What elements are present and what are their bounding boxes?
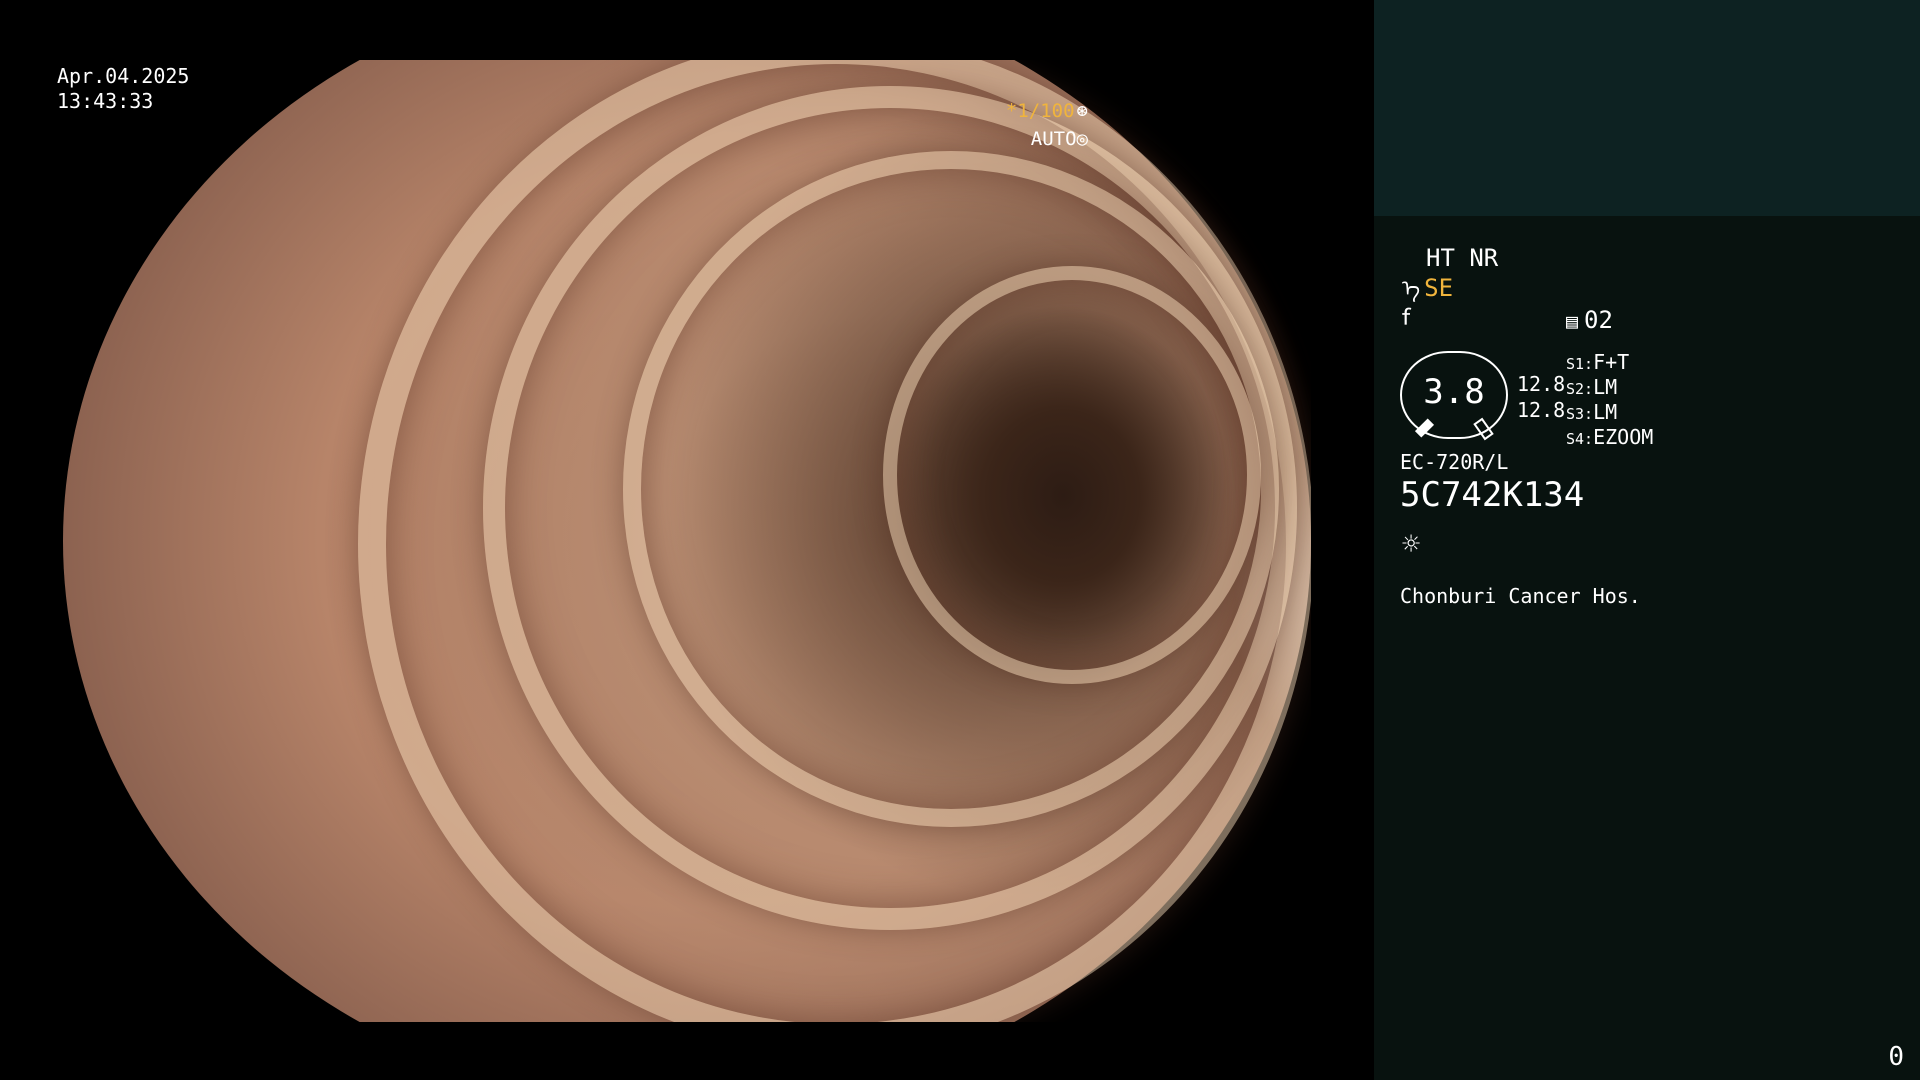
shutter-label: *1/100 bbox=[1005, 100, 1075, 122]
switch-assignment: S4:EZOOM bbox=[1566, 427, 1653, 447]
zoom-reading: 12.8 bbox=[1517, 372, 1566, 396]
lumen-fold bbox=[883, 266, 1261, 684]
zoom-marker-icon bbox=[1414, 418, 1435, 438]
exposure-label: AUTO bbox=[1030, 128, 1077, 150]
light-icon: ☼ bbox=[1402, 527, 1421, 562]
switch-value: LM bbox=[1593, 400, 1618, 424]
switch-assignment: S1:F+T bbox=[1566, 352, 1629, 372]
se-label: SE bbox=[1424, 274, 1454, 302]
switch-key: S3: bbox=[1566, 405, 1594, 423]
zoom-reading: 12.8 bbox=[1517, 398, 1566, 422]
scope-model: EC-720R/L bbox=[1400, 450, 1509, 474]
switch-assignment: S2:LM bbox=[1566, 377, 1617, 397]
serial-number: 5C742K134 bbox=[1400, 475, 1585, 515]
mode-label: HT NR bbox=[1426, 244, 1499, 272]
structure-enhancement: ᠡ SE bbox=[1402, 276, 1453, 301]
info-panel: HT NR ᠡ SE ꬵ ▤ 02 3.8 12.8 12.8 S1:F+T S2:… bbox=[1374, 0, 1920, 1080]
hospital-name: Chonburi Cancer Hos. bbox=[1400, 584, 1641, 608]
switch-value: F+T bbox=[1593, 350, 1630, 374]
memory-value: 02 bbox=[1584, 306, 1613, 334]
endoscopic-image bbox=[63, 60, 1311, 1022]
zoom-marker-icon bbox=[1473, 417, 1494, 441]
zoom-badge: 3.8 bbox=[1400, 351, 1508, 441]
switch-key: S4: bbox=[1566, 430, 1594, 448]
exposure-mode: AUTO◎ bbox=[1031, 130, 1088, 149]
panel-header-block bbox=[1374, 0, 1920, 216]
memory-indicator: ▤ 02 bbox=[1566, 308, 1613, 332]
switch-key: S1: bbox=[1566, 355, 1594, 373]
structure-enhance-icon: ᠡ bbox=[1402, 277, 1421, 302]
switch-assignment: S3:LM bbox=[1566, 402, 1617, 422]
image-counter: 0 bbox=[1888, 1042, 1904, 1072]
switch-value: LM bbox=[1593, 375, 1618, 399]
memory-icon: ▤ bbox=[1566, 309, 1579, 333]
time-text: 13:43:33 bbox=[57, 89, 154, 113]
endoscope-view: Apr.04.2025 13:43:33 *1/100 ⊛ AUTO◎ bbox=[0, 0, 1374, 1080]
shutter-speed: *1/100 ⊛ bbox=[1006, 102, 1088, 121]
color-enhance-icon: ꬵ bbox=[1402, 304, 1411, 332]
zoom-value: 3.8 bbox=[1423, 372, 1485, 412]
date-text: Apr.04.2025 bbox=[57, 64, 190, 88]
iris-icon: ◎ bbox=[1076, 128, 1088, 150]
switch-value: EZOOM bbox=[1593, 425, 1654, 449]
shutter-icon: ⊛ bbox=[1076, 100, 1088, 122]
switch-key: S2: bbox=[1566, 380, 1594, 398]
